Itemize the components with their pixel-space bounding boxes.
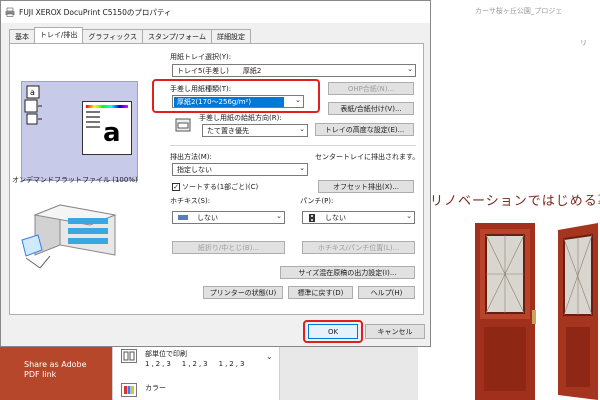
chevron-down-icon: ⌄	[407, 65, 413, 73]
red-highlight-paper-type	[152, 79, 320, 113]
staple-icon	[178, 215, 188, 220]
chevron-down-icon: ⌄	[299, 125, 305, 133]
tab-graphics[interactable]: グラフィックス	[82, 29, 144, 43]
tray-select-value: トレイ5(手差し) 厚紙2	[177, 66, 262, 75]
printer-properties-dialog: FUJI XEROX DocuPrint C5150のプロパティ 基本 トレイ/…	[0, 0, 431, 347]
output-method-combo[interactable]: 指定しない ⌄	[172, 163, 308, 176]
chevron-down-icon: ⌄	[299, 164, 305, 172]
share-adobe-pdf-link[interactable]: Share as Adobe PDF link	[24, 360, 94, 380]
dialog-titlebar[interactable]: FUJI XEROX DocuPrint C5150のプロパティ	[1, 1, 430, 23]
printer-status-button[interactable]: プリンターの状態(U)	[203, 286, 283, 299]
center-tray-text: センタートレイに排出されます。	[315, 153, 420, 161]
preview-letter-a: a	[103, 118, 121, 148]
collate-title: 部単位で印刷	[145, 350, 187, 358]
cover-interleave-button[interactable]: 表紙/合紙付け(V)...	[328, 102, 414, 115]
tray-select-combo[interactable]: トレイ5(手差し) 厚紙2 ⌄	[172, 64, 416, 77]
tray-select-label: 用紙トレイ選択(Y):	[170, 53, 232, 61]
fold-button[interactable]: 紙折り/中とじ(B)...	[172, 241, 285, 254]
tab-basic[interactable]: 基本	[9, 29, 35, 43]
dialog-title: FUJI XEROX DocuPrint C5150のプロパティ	[19, 7, 172, 17]
svg-text:a: a	[30, 88, 35, 97]
document-heading: リノベーションではじめる暮	[430, 194, 600, 209]
tab-tray-output[interactable]: トレイ/排出	[34, 27, 84, 43]
red-highlight-ok	[303, 320, 363, 343]
tray-advanced-button[interactable]: トレイの高度な設定(E)...	[315, 123, 414, 136]
punch-label: パンチ(P):	[300, 197, 334, 205]
ohp-interleave-button[interactable]: OHP合紙(N)...	[328, 82, 414, 95]
printer-image	[21, 204, 117, 269]
stapler-value: しない	[197, 213, 218, 222]
chevron-down-icon: ⌄	[406, 212, 412, 220]
doors-image	[475, 223, 598, 400]
tab-advanced[interactable]: 詳細設定	[210, 29, 251, 43]
restore-default-button[interactable]: 標準に戻す(D)	[288, 286, 353, 299]
mixed-size-output-button[interactable]: サイズ混在原稿の出力設定(I)...	[280, 266, 415, 279]
preview-page: a	[82, 101, 132, 155]
paper-stack-icon: a	[24, 85, 42, 125]
collate-icon	[121, 349, 137, 363]
offset-output-button[interactable]: オフセット排出(X)...	[318, 180, 414, 193]
punch-value: しない	[325, 213, 346, 222]
sort-checkbox-label: ソートする(1部ごと)(C)	[182, 183, 259, 191]
staple-position-button[interactable]: ホチキス/パンチ位置(L)...	[302, 241, 415, 254]
manual-direction-label: 手差し用紙の給紙方向(R):	[199, 114, 282, 122]
punch-combo[interactable]: しない ⌄	[302, 211, 415, 224]
stapler-label: ホチキス(S):	[170, 197, 211, 205]
manual-direction-value: たて置き優先	[207, 126, 249, 135]
help-button[interactable]: ヘルプ(H)	[358, 286, 415, 299]
output-method-value: 指定しない	[177, 165, 212, 174]
manual-direction-combo[interactable]: たて置き優先 ⌄	[202, 124, 308, 137]
right-text-fragment: リ	[580, 39, 587, 47]
collate-option[interactable]: 部単位で印刷 1,2,3 1,2,3 1,2,3 ⌄	[121, 349, 273, 369]
tab-bar: 基本 トレイ/排出 グラフィックス スタンプ/フォーム 詳細設定	[9, 27, 251, 43]
sort-checkbox-box[interactable]: ✓	[172, 183, 180, 191]
gray-panel	[280, 345, 418, 400]
document-title: カーサ桜ヶ丘公園_プロジェ	[475, 7, 563, 15]
tray-output-panel: a a オンデマンドフラットファイル (100%) 用紙トレイ選択(Y): トレ…	[9, 43, 424, 315]
feed-direction-icon	[175, 118, 191, 132]
output-preview: a a	[21, 81, 138, 181]
color-icon	[121, 383, 137, 397]
preview-label: オンデマンドフラットファイル (100%)	[12, 176, 138, 184]
separator	[170, 145, 416, 146]
punch-icon	[309, 213, 315, 222]
chevron-down-icon: ⌄	[276, 212, 282, 220]
stapler-combo[interactable]: しない ⌄	[172, 211, 285, 224]
sort-checkbox[interactable]: ✓ ソートする(1部ごと)(C)	[172, 182, 258, 192]
color-option[interactable]: カラー	[121, 383, 166, 397]
output-method-label: 排出方法(M):	[170, 153, 212, 161]
collate-sub: 1,2,3 1,2,3 1,2,3	[145, 360, 247, 368]
cancel-button[interactable]: キャンセル	[365, 324, 425, 339]
printer-icon	[5, 7, 15, 17]
tab-stamp-form[interactable]: スタンプ/フォーム	[142, 29, 212, 43]
color-label: カラー	[145, 384, 166, 392]
